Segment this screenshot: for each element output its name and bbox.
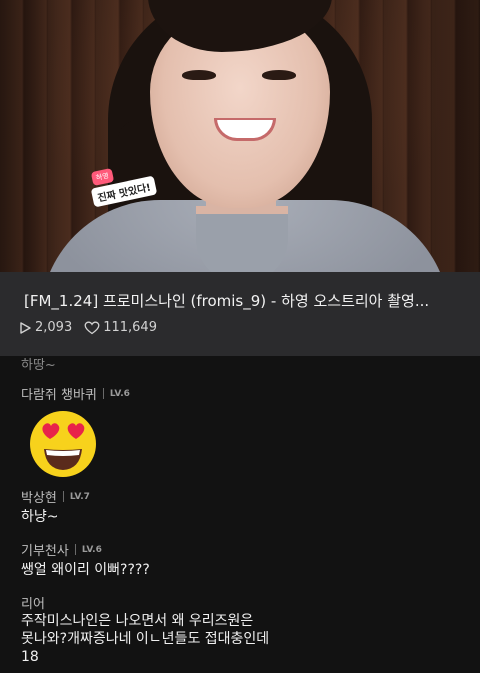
- post-stats: 2,093 111,649: [18, 320, 169, 335]
- post-info-bar: [FM_1.24] 프로미스나인 (fromis_9) - 하영 오스트리아 촬…: [0, 272, 480, 357]
- play-icon: [20, 321, 31, 334]
- divider: [102, 388, 104, 399]
- heart-eyes-emoji: [30, 411, 96, 477]
- level-badge: LV.6: [81, 544, 102, 555]
- level-badge: LV.6: [109, 388, 130, 399]
- comment-author[interactable]: 기부천사: [21, 540, 69, 559]
- collar: [196, 206, 288, 272]
- comment-list[interactable]: 하땅~ 다람쥐 챙바퀴 LV.6 박상현 LV.7 하냥~ 기부천사 LV.6 …: [0, 356, 480, 673]
- divider: [74, 544, 76, 555]
- comment-text: 쌩얼 왜이리 이뻐????: [21, 562, 150, 578]
- comment-text-line: 18: [21, 649, 39, 665]
- level-badge: LV.7: [69, 491, 90, 502]
- comment-text-line: 주작미스나인은 나오면서 왜 우리즈원은: [21, 613, 254, 629]
- comment-author[interactable]: 박상현: [21, 487, 57, 506]
- comment-text: 하냥~: [21, 509, 59, 525]
- comment-author[interactable]: 다람쥐 챙바퀴: [21, 384, 97, 403]
- likes-count: 111,649: [103, 320, 157, 335]
- comment-author-row: 리어: [21, 593, 45, 612]
- eye-left: [182, 70, 216, 80]
- comment-author[interactable]: 리어: [21, 593, 45, 612]
- comment-text-line: 못나와?개짜증나네 이ㄴ년들도 접대충인데: [21, 631, 270, 647]
- likes-stat[interactable]: 111,649: [84, 320, 157, 335]
- heart-icon: [84, 321, 100, 334]
- comment-author-row: 다람쥐 챙바퀴 LV.6: [21, 384, 130, 403]
- divider: [62, 491, 64, 502]
- comment-author-row: 박상현 LV.7: [21, 487, 90, 506]
- video-player[interactable]: 하영 진짜 맛있다!: [0, 0, 480, 272]
- previous-comment-fragment: 하땅~: [21, 358, 56, 373]
- views-stat: 2,093: [18, 320, 72, 335]
- views-count: 2,093: [35, 320, 73, 335]
- post-title[interactable]: [FM_1.24] 프로미스나인 (fromis_9) - 하영 오스트리아 촬…: [24, 290, 470, 311]
- eye-right: [262, 70, 296, 80]
- comment-author-row: 기부천사 LV.6: [21, 540, 102, 559]
